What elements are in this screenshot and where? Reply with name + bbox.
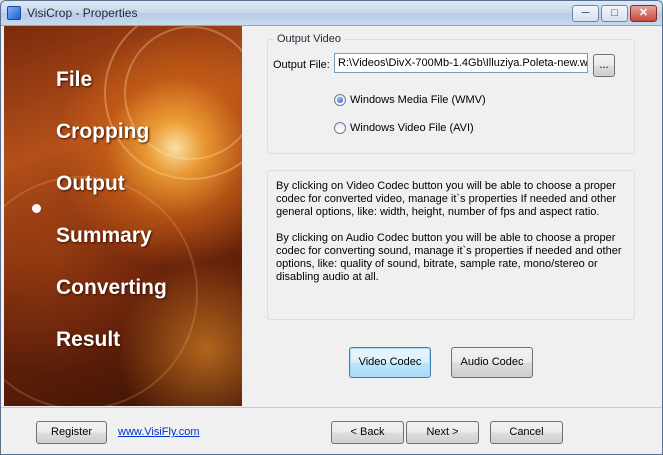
sidebar-item-cropping: Cropping (56, 120, 150, 143)
wizard-sidebar: File Cropping Output Summary Converting … (4, 26, 242, 406)
visicrop-app-icon (7, 6, 21, 20)
output-video-legend: Output Video (274, 33, 345, 45)
sidebar-item-file: File (56, 68, 93, 91)
output-file-input[interactable]: R:\Videos\DivX-700Mb-1.4Gb\Illuziya.Pole… (334, 53, 588, 73)
wmv-radio[interactable] (334, 94, 346, 106)
output-file-label: Output File: (273, 59, 330, 71)
minimize-button[interactable]: ─ (572, 5, 599, 22)
video-codec-button[interactable]: Video Codec (349, 347, 431, 378)
audio-codec-button[interactable]: Audio Codec (451, 347, 533, 378)
browse-button[interactable]: ... (593, 54, 615, 77)
minimize-icon: ─ (581, 7, 590, 19)
register-button[interactable]: Register (36, 421, 107, 444)
close-button[interactable]: ✕ (630, 5, 657, 22)
sidebar-item-result: Result (56, 328, 121, 351)
sidebar-item-summary: Summary (56, 224, 152, 247)
maximize-button[interactable]: □ (601, 5, 628, 22)
title-bar[interactable]: VisiCrop - Properties ─ □ ✕ (1, 1, 662, 26)
avi-radio[interactable] (334, 122, 346, 134)
audio-codec-description: By clicking on Audio Codec button you wi… (276, 232, 622, 283)
wmv-radio-label[interactable]: Windows Media File (WMV) (350, 94, 486, 106)
codec-description-panel: By clicking on Video Codec button you wi… (267, 170, 635, 320)
active-step-bullet (32, 204, 41, 213)
next-button[interactable]: Next > (406, 421, 479, 444)
avi-radio-label[interactable]: Windows Video File (AVI) (350, 122, 474, 134)
cancel-button[interactable]: Cancel (490, 421, 563, 444)
maximize-icon: □ (611, 7, 618, 19)
sidebar-item-output: Output (56, 172, 125, 195)
close-icon: ✕ (638, 7, 649, 19)
back-button[interactable]: < Back (331, 421, 404, 444)
window-title: VisiCrop - Properties (27, 6, 138, 20)
visifly-link[interactable]: www.VisiFly.com (118, 426, 200, 438)
sidebar-item-converting: Converting (56, 276, 167, 299)
video-codec-description: By clicking on Video Codec button you wi… (276, 180, 616, 218)
properties-window: VisiCrop - Properties ─ □ ✕ File Croppin… (0, 0, 663, 455)
